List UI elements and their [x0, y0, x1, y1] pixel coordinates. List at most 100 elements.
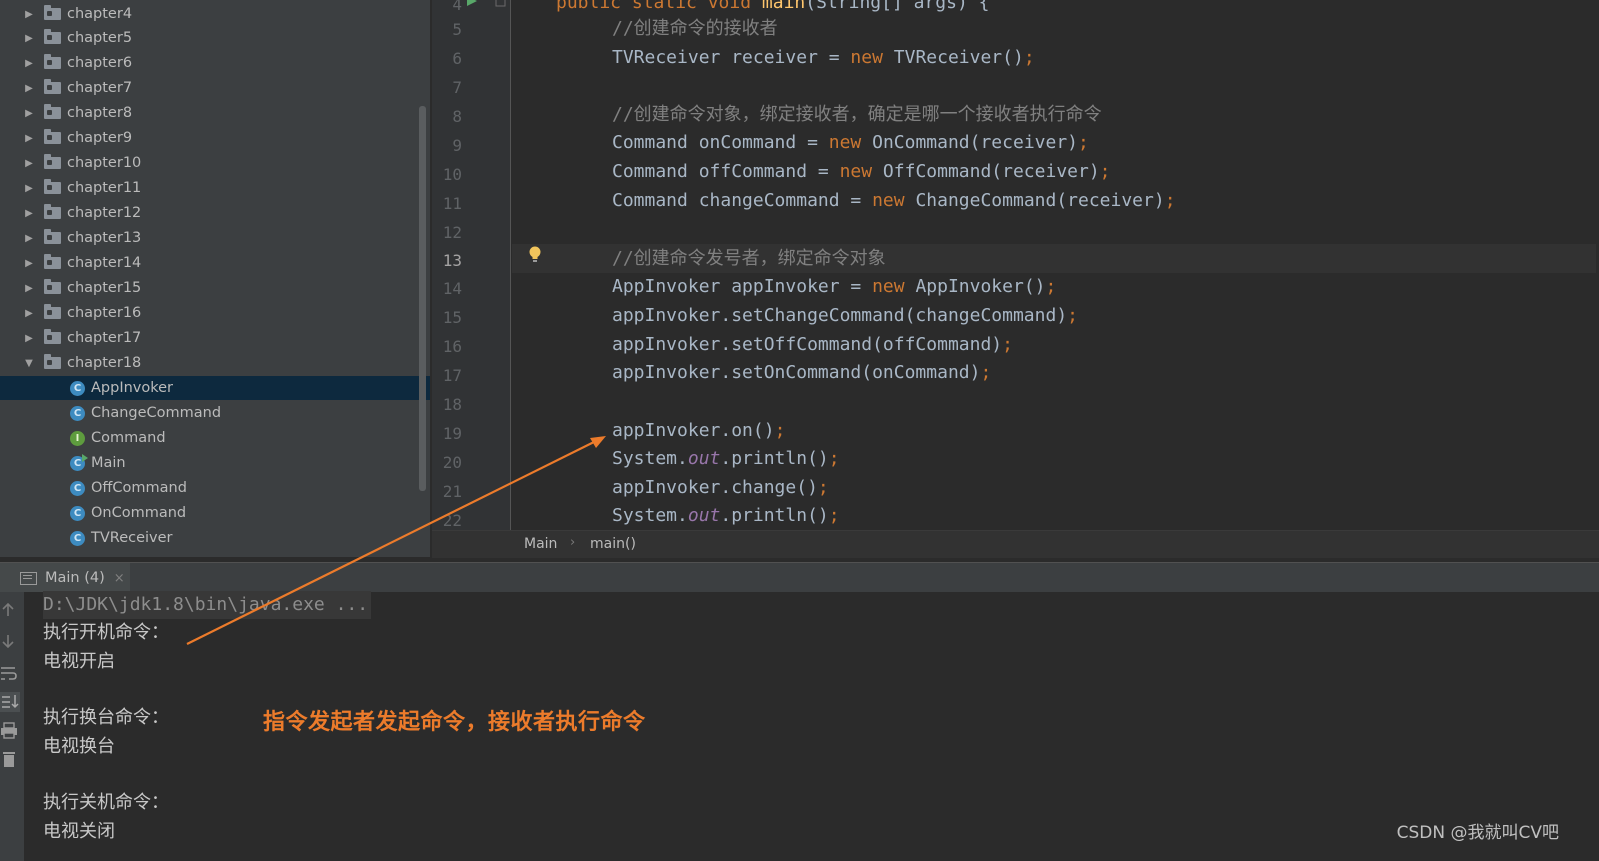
print-icon[interactable] [0, 722, 18, 740]
expand-arrow-icon[interactable]: ▶ [20, 183, 38, 194]
code-editor[interactable]: 4 5 6 7 8 9 10 11 12 13 14 15 16 17 18 1… [432, 0, 1599, 530]
expand-arrow-icon[interactable]: ▶ [20, 233, 38, 244]
expand-arrow-icon[interactable]: ▶ [20, 283, 38, 294]
code-token: appInvoker.setOnCommand(onCommand) [612, 362, 981, 383]
tree-folder-chapter7[interactable]: ▶ chapter7 [0, 76, 430, 100]
soft-wrap-icon[interactable] [0, 664, 18, 682]
line-number-gutter: 4 5 6 7 8 9 10 11 12 13 14 15 16 17 18 1… [432, 0, 510, 530]
lightbulb-icon[interactable] [528, 246, 542, 264]
tree-folder-chapter12[interactable]: ▶ chapter12 [0, 201, 430, 225]
tree-folder-chapter18[interactable]: ▼ chapter18 [0, 351, 430, 375]
code-line-14[interactable]: AppInvoker appInvoker = new AppInvoker()… [516, 272, 1596, 301]
code-line-16[interactable]: appInvoker.setOffCommand(offCommand); [516, 330, 1596, 359]
tree-class-oncommand[interactable]: C OnCommand [0, 501, 430, 525]
tree-folder-chapter9[interactable]: ▶ chapter9 [0, 126, 430, 150]
expand-arrow-icon[interactable]: ▶ [20, 333, 38, 344]
code-line-10[interactable]: Command offCommand = new OffCommand(rece… [516, 157, 1596, 186]
code-token: AppInvoker() [904, 276, 1046, 297]
class-icon: C [70, 405, 85, 421]
tree-folder-chapter13[interactable]: ▶ chapter13 [0, 226, 430, 250]
expand-arrow-icon[interactable]: ▶ [20, 108, 38, 119]
line-number: 14 [442, 279, 462, 298]
expand-arrow-icon[interactable]: ▶ [20, 9, 38, 20]
code-line-21[interactable]: appInvoker.change(); [516, 473, 1596, 502]
tree-folder-chapter14[interactable]: ▶ chapter14 [0, 251, 430, 275]
collapse-arrow-icon[interactable]: ▼ [20, 358, 38, 369]
run-gutter-icon[interactable] [465, 0, 479, 8]
code-comment: //创建命令的接收者 [612, 18, 778, 39]
expand-arrow-icon[interactable]: ▶ [20, 83, 38, 94]
fold-marker-icon[interactable] [495, 0, 507, 8]
code-line-20[interactable]: System.out.println(); [516, 444, 1596, 473]
expand-arrow-icon[interactable]: ▶ [20, 133, 38, 144]
arrow-down-icon[interactable] [0, 633, 16, 649]
code-line-8[interactable]: //创建命令对象，绑定接收者，确定是哪一个接收者执行命令 [516, 100, 1596, 129]
expand-arrow-icon[interactable]: ▶ [20, 258, 38, 269]
code-token: TVReceiver receiver = [612, 47, 851, 68]
code-line-22[interactable]: System.out.println(); [516, 501, 1596, 530]
run-tab[interactable]: Main (4) × [0, 563, 130, 593]
trash-icon[interactable] [0, 750, 18, 768]
code-line-15[interactable]: appInvoker.setChangeCommand(changeComman… [516, 301, 1596, 330]
line-number: 8 [452, 107, 462, 126]
tree-class-label: Command [91, 430, 166, 446]
tree-folder-chapter6[interactable]: ▶ chapter6 [0, 51, 430, 75]
package-folder-icon [44, 254, 61, 269]
tree-class-changecommand[interactable]: C ChangeCommand [0, 401, 430, 425]
line-number: 11 [442, 194, 462, 213]
expand-arrow-icon[interactable]: ▶ [20, 33, 38, 44]
code-line-17[interactable]: appInvoker.setOnCommand(onCommand); [516, 358, 1596, 387]
tree-folder-chapter10[interactable]: ▶ chapter10 [0, 151, 430, 175]
package-folder-icon [44, 54, 61, 69]
tree-folder-chapter4[interactable]: ▶ chapter4 [0, 2, 430, 26]
tree-folder-chapter5[interactable]: ▶ chapter5 [0, 26, 430, 50]
expand-arrow-icon[interactable]: ▶ [20, 158, 38, 169]
tree-interface-command[interactable]: I Command [0, 426, 430, 450]
code-line-9[interactable]: Command onCommand = new OnCommand(receiv… [516, 128, 1596, 157]
expand-arrow-icon[interactable]: ▶ [20, 208, 38, 219]
tree-class-appinvoker[interactable]: C AppInvoker [0, 376, 430, 400]
tree-folder-label: chapter7 [67, 80, 133, 96]
code-comment: //创建命令对象，绑定接收者，确定是哪一个接收者执行命令 [612, 104, 1102, 125]
package-folder-icon [44, 5, 61, 20]
class-icon: C [70, 380, 85, 396]
package-folder-icon [44, 304, 61, 319]
code-line-11[interactable]: Command changeCommand = new ChangeComman… [516, 186, 1596, 215]
code-line-13-current[interactable]: //创建命令发号者，绑定命令对象 [512, 244, 1596, 273]
code-token: Command onCommand = [612, 132, 829, 153]
tree-scrollbar[interactable] [419, 106, 426, 491]
close-icon[interactable]: × [114, 571, 125, 586]
code-static-field: out [687, 448, 721, 469]
console-output-line: 电视开启 [43, 651, 115, 672]
tree-folder-chapter8[interactable]: ▶ chapter8 [0, 101, 430, 125]
tree-folder-chapter11[interactable]: ▶ chapter11 [0, 176, 430, 200]
arrow-up-icon[interactable] [0, 602, 16, 618]
code-semicolon: ; [817, 477, 829, 498]
expand-arrow-icon[interactable]: ▶ [20, 58, 38, 69]
code-semicolon: ; [828, 505, 840, 526]
breadcrumb-item-method[interactable]: main() [590, 536, 636, 552]
run-tab-label: Main (4) [45, 570, 105, 586]
breadcrumb-item-class[interactable]: Main [524, 536, 557, 552]
tree-folder-chapter16[interactable]: ▶ chapter16 [0, 301, 430, 325]
gutter-divider [510, 0, 511, 530]
tree-folder-chapter17[interactable]: ▶ chapter17 [0, 326, 430, 350]
code-line-19[interactable]: appInvoker.on(); [516, 416, 1596, 445]
tree-folder-label: chapter16 [67, 305, 142, 321]
tree-class-offcommand[interactable]: C OffCommand [0, 476, 430, 500]
tree-folder-label: chapter18 [67, 355, 142, 371]
tree-folder-chapter15[interactable]: ▶ chapter15 [0, 276, 430, 300]
console-output[interactable]: D:\JDK\jdk1.8\bin\java.exe ... 执行开机命令： 电… [24, 591, 1599, 861]
code-semicolon: ; [1045, 276, 1057, 297]
tree-folder-label: chapter10 [67, 155, 142, 171]
code-token: appInvoker.on() [612, 420, 775, 441]
code-line-5[interactable]: //创建命令的接收者 [516, 14, 1596, 43]
console-icon [20, 571, 37, 585]
line-number: 16 [442, 337, 462, 356]
expand-arrow-icon[interactable]: ▶ [20, 308, 38, 319]
code-token: System. [612, 448, 688, 469]
tree-class-tvreceiver[interactable]: C TVReceiver [0, 526, 430, 550]
code-line-6[interactable]: TVReceiver receiver = new TVReceiver(); [516, 43, 1596, 72]
scroll-to-end-icon[interactable] [0, 692, 20, 712]
tree-class-main[interactable]: C Main [0, 451, 430, 475]
